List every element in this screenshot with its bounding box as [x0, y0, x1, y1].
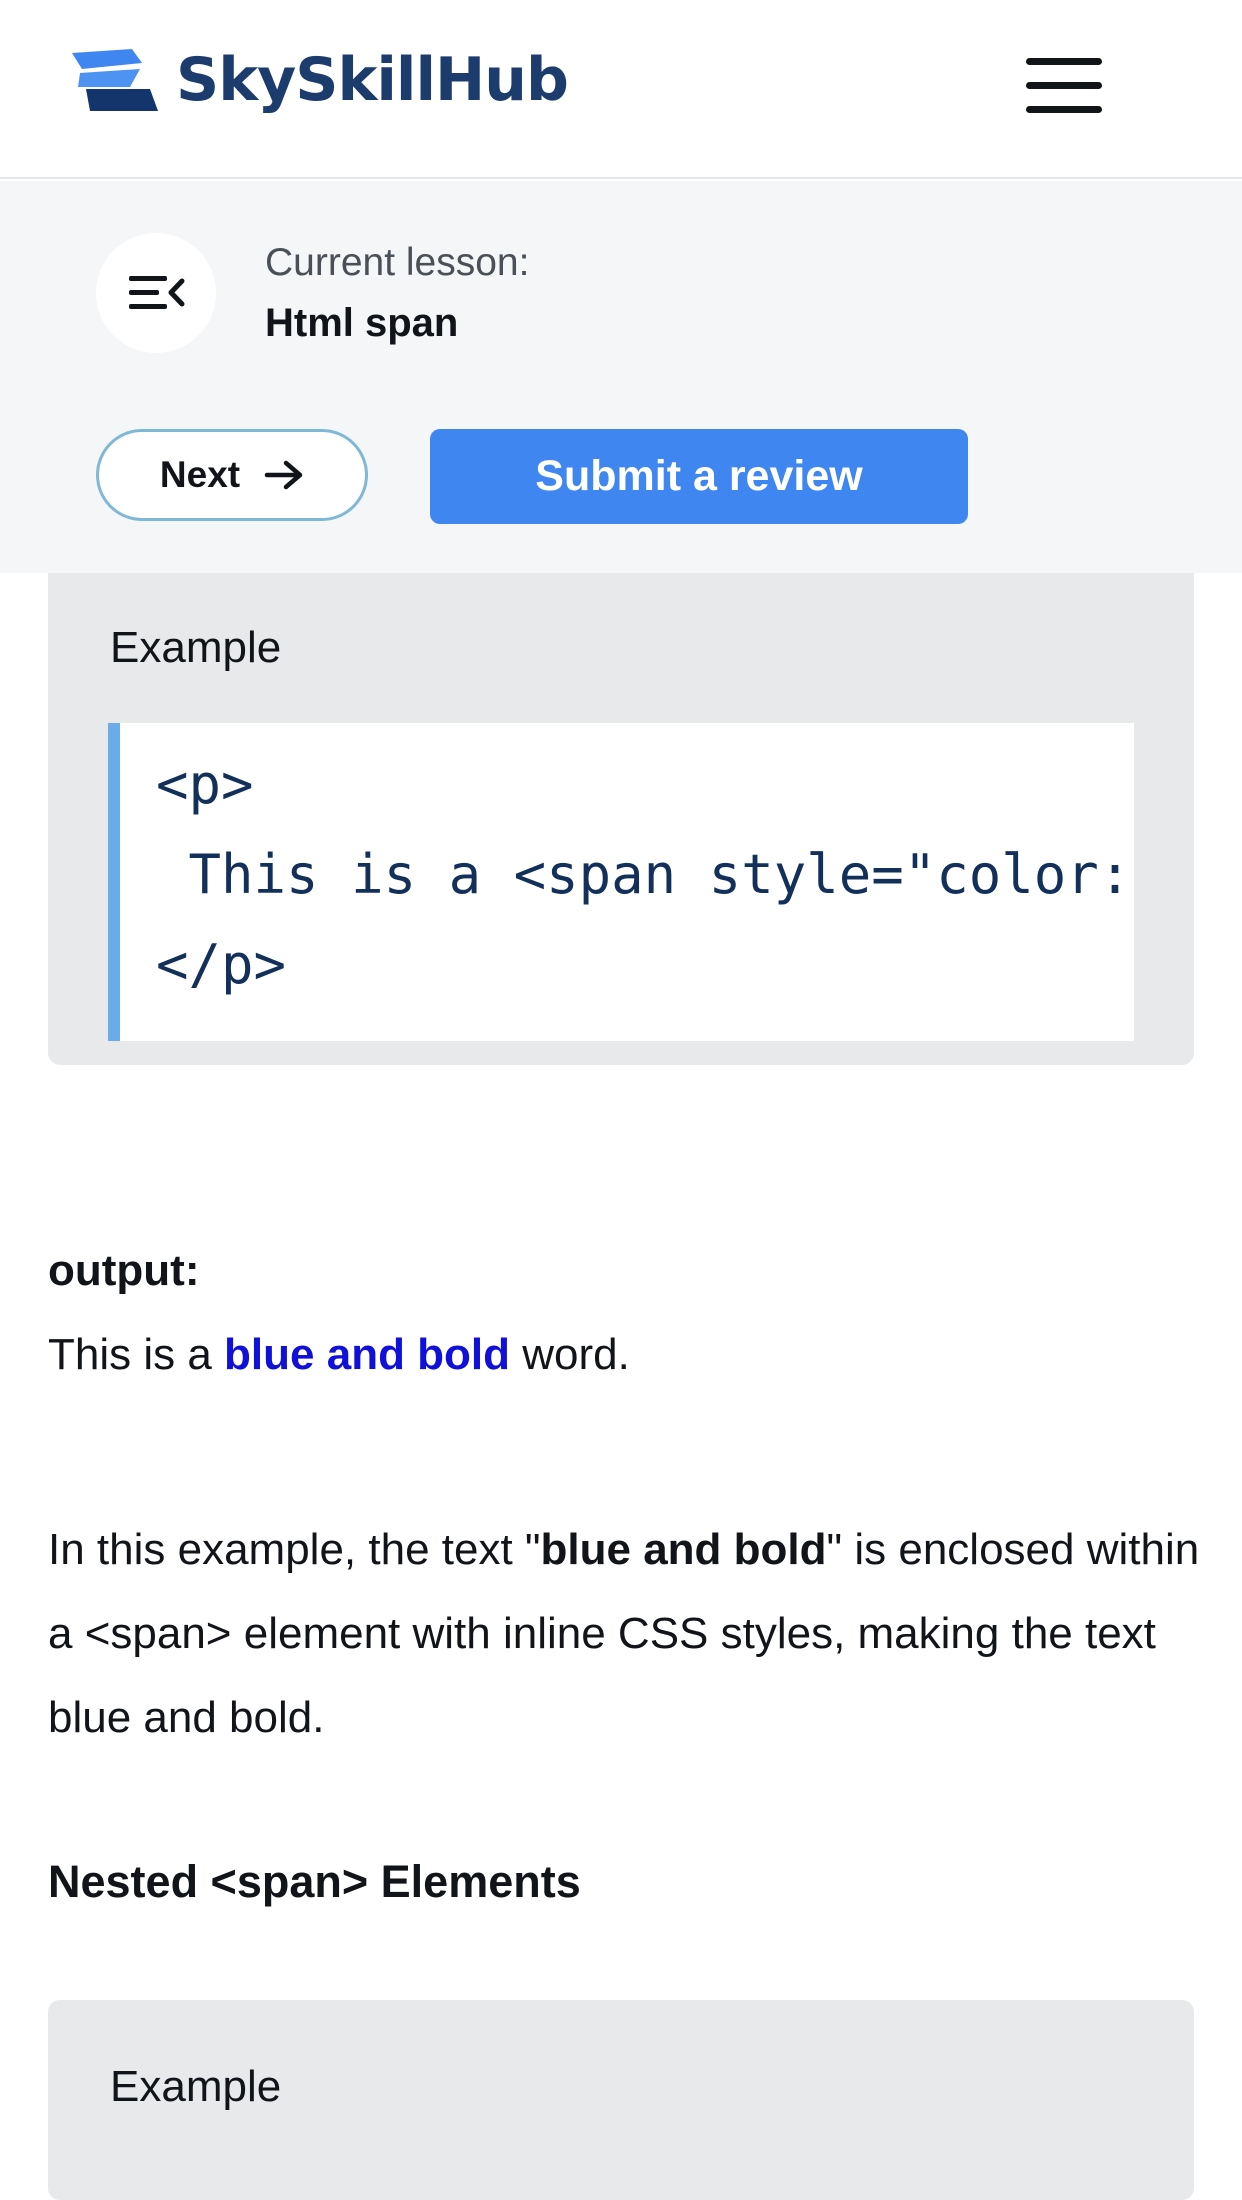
explanation-text-start: In this example, the text " — [48, 1525, 541, 1574]
arrow-right-icon — [264, 460, 303, 490]
code-line: This is a <span style="color: blue; font… — [188, 843, 1132, 906]
lesson-panel: Current lesson: Html span Next Submit a … — [0, 181, 1242, 573]
brand-logo[interactable]: SkySkillHub — [70, 44, 569, 116]
next-button[interactable]: Next — [96, 429, 368, 521]
code-block[interactable]: <p> This is a <span style="color: blue; … — [108, 723, 1134, 1041]
hamburger-icon[interactable] — [1026, 58, 1102, 114]
output-text: This is a blue and bold word. — [48, 1330, 630, 1380]
output-text-before: This is a — [48, 1330, 225, 1379]
output-label: output: — [48, 1246, 200, 1295]
code-line: </p> — [156, 933, 287, 996]
site-header: SkySkillHub — [0, 0, 1242, 179]
explanation-paragraph: In this example, the text "blue and bold… — [48, 1508, 1208, 1760]
current-lesson-title: Html span — [265, 301, 459, 345]
submit-review-button[interactable]: Submit a review — [430, 429, 968, 524]
example-label: Example — [110, 2062, 282, 2111]
example-box-2: Example — [48, 2000, 1194, 2200]
explanation-bold: blue and bold — [540, 1525, 827, 1574]
collapse-menu-icon — [129, 276, 185, 309]
example-box: Example <p> This is a <span style="color… — [48, 573, 1194, 1065]
output-text-after: word. — [510, 1330, 630, 1379]
example-label: Example — [110, 623, 282, 672]
section-heading: Nested <span> Elements — [48, 1856, 581, 1907]
current-lesson-label: Current lesson: — [265, 241, 530, 284]
logo-mark-icon — [72, 49, 158, 111]
lesson-menu-button[interactable] — [96, 233, 216, 353]
next-button-label: Next — [159, 454, 241, 495]
output-highlight: blue and bold — [224, 1330, 511, 1379]
code-line: <p> — [156, 753, 254, 816]
brand-name: SkySkillHub — [176, 45, 569, 115]
